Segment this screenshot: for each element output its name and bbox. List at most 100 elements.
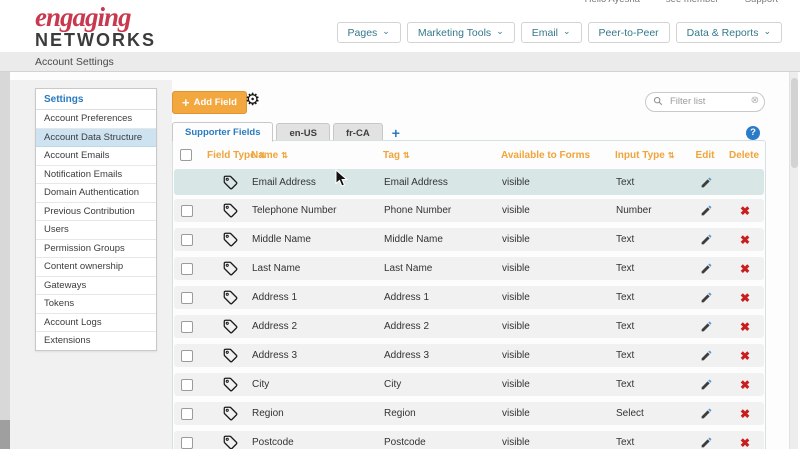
field-type-cell: [208, 377, 252, 392]
delete-icon[interactable]: ✖: [740, 349, 750, 363]
delete-icon[interactable]: ✖: [740, 233, 750, 247]
delete-icon[interactable]: ✖: [740, 320, 750, 334]
delete-icon[interactable]: ✖: [740, 378, 750, 392]
row-checkbox[interactable]: [181, 321, 193, 333]
field-tag: Middle Name: [384, 234, 502, 245]
topbar-link[interactable]: Support: [745, 0, 778, 5]
sort-icon: ⇅: [668, 151, 675, 160]
sidebar-item[interactable]: Account Emails: [36, 147, 156, 166]
sidebar-item[interactable]: Account Data Structure: [36, 129, 156, 148]
sidebar-item[interactable]: Account Logs: [36, 314, 156, 333]
logo[interactable]: engaging NETWORKS: [35, 4, 156, 49]
field-input-type: Text: [616, 292, 688, 303]
edit-icon[interactable]: [700, 407, 713, 420]
sidebar-item[interactable]: Extensions: [36, 332, 156, 350]
help-icon[interactable]: ?: [746, 126, 760, 140]
page-title: Account Settings: [35, 53, 114, 72]
select-all-checkbox[interactable]: [180, 149, 192, 161]
edit-icon[interactable]: [700, 262, 713, 275]
sidebar-item[interactable]: Account Preferences: [36, 110, 156, 129]
column-header[interactable]: Available to Forms: [501, 150, 615, 161]
sort-icon: ⇅: [403, 151, 410, 160]
nav-button[interactable]: Marketing Tools ⌄: [407, 22, 515, 43]
edit-icon[interactable]: [700, 233, 713, 246]
sidebar-item[interactable]: Notification Emails: [36, 166, 156, 185]
edit-icon[interactable]: [700, 378, 713, 391]
row-checkbox[interactable]: [181, 205, 193, 217]
field-name: Address 2: [252, 321, 384, 332]
add-field-label: Add Field: [194, 97, 237, 108]
column-header[interactable]: Field Type ⇅: [207, 150, 251, 161]
delete-icon[interactable]: ✖: [740, 291, 750, 305]
scrollbar-thumb[interactable]: [791, 78, 798, 168]
row-checkbox[interactable]: [181, 263, 193, 275]
field-name: Address 3: [252, 350, 384, 361]
column-header[interactable]: Name ⇅: [251, 150, 383, 161]
chevron-down-icon: ⌄: [563, 26, 571, 37]
column-header[interactable]: Edit: [687, 150, 723, 161]
nav-button-label: Email: [532, 27, 558, 39]
edit-icon[interactable]: [700, 204, 713, 217]
sidebar-item[interactable]: Gateways: [36, 277, 156, 296]
edit-icon[interactable]: [700, 320, 713, 333]
field-tag: Last Name: [384, 263, 502, 274]
field-available-to-forms: visible: [502, 408, 616, 419]
sidebar-item[interactable]: Tokens: [36, 295, 156, 314]
row-checkbox[interactable]: [181, 234, 193, 246]
field-name: Telephone Number: [252, 205, 384, 216]
delete-icon[interactable]: ✖: [740, 262, 750, 276]
topbar-link[interactable]: see member: [666, 0, 719, 5]
field-type-cell: [208, 435, 252, 449]
field-type-cell: [208, 290, 252, 305]
column-header[interactable]: Tag ⇅: [383, 150, 501, 161]
tag-icon: [223, 175, 238, 190]
logo-line1: engaging: [35, 4, 156, 31]
top-header: engaging NETWORKS Hello Ayesha see member…: [0, 0, 800, 52]
tag-icon: [223, 290, 238, 305]
row-checkbox[interactable]: [181, 350, 193, 362]
delete-icon[interactable]: ✖: [740, 436, 750, 449]
row-checkbox[interactable]: [181, 379, 193, 391]
edit-icon[interactable]: [700, 176, 713, 189]
chevron-down-icon: ⌄: [496, 26, 504, 37]
field-available-to-forms: visible: [502, 437, 616, 448]
sidebar-item[interactable]: Permission Groups: [36, 240, 156, 259]
vertical-scrollbar[interactable]: [789, 72, 798, 449]
table-row: Last Name Last Name visible Text ✖: [174, 257, 764, 280]
edit-icon[interactable]: [700, 349, 713, 362]
table-row: Email Address Email Address visible Text: [174, 169, 764, 195]
table-row: Region Region visible Select ✖: [174, 402, 764, 425]
nav-button[interactable]: Email ⌄: [521, 22, 582, 43]
delete-icon[interactable]: ✖: [740, 407, 750, 421]
sidebar-item[interactable]: Content ownership: [36, 258, 156, 277]
edit-icon[interactable]: [700, 436, 713, 449]
edit-icon[interactable]: [700, 291, 713, 304]
page-content: Settings Account PreferencesAccount Data…: [0, 72, 800, 449]
nav-button[interactable]: Peer-to-Peer: [588, 22, 670, 43]
row-checkbox[interactable]: [181, 292, 193, 304]
row-checkbox[interactable]: [181, 437, 193, 449]
nav-button-label: Pages: [348, 27, 378, 39]
field-available-to-forms: visible: [502, 205, 616, 216]
column-header[interactable]: Input Type ⇅: [615, 150, 687, 161]
tab[interactable]: Supporter Fields: [172, 122, 273, 142]
field-tag: Postcode: [384, 437, 502, 448]
nav-button[interactable]: Data & Reports ⌄: [676, 22, 782, 43]
topbar-link[interactable]: Hello Ayesha: [585, 0, 640, 5]
field-name: Last Name: [252, 263, 384, 274]
field-available-to-forms: visible: [502, 177, 616, 188]
settings-sidebar: Settings Account PreferencesAccount Data…: [35, 88, 157, 351]
sidebar-item[interactable]: Domain Authentication: [36, 184, 156, 203]
field-input-type: Select: [616, 408, 688, 419]
field-name: Postcode: [252, 437, 384, 448]
gear-icon[interactable]: ⚙: [245, 90, 260, 110]
sidebar-item[interactable]: Previous Contribution: [36, 203, 156, 222]
add-field-button[interactable]: + Add Field: [172, 91, 247, 114]
row-checkbox[interactable]: [181, 408, 193, 420]
sidebar-item[interactable]: Users: [36, 221, 156, 240]
nav-button[interactable]: Pages ⌄: [337, 22, 401, 43]
filter-input[interactable]: [645, 92, 765, 112]
clear-filter-icon[interactable]: ⊗: [751, 95, 759, 106]
column-header[interactable]: Delete: [723, 150, 765, 161]
delete-icon[interactable]: ✖: [740, 204, 750, 218]
